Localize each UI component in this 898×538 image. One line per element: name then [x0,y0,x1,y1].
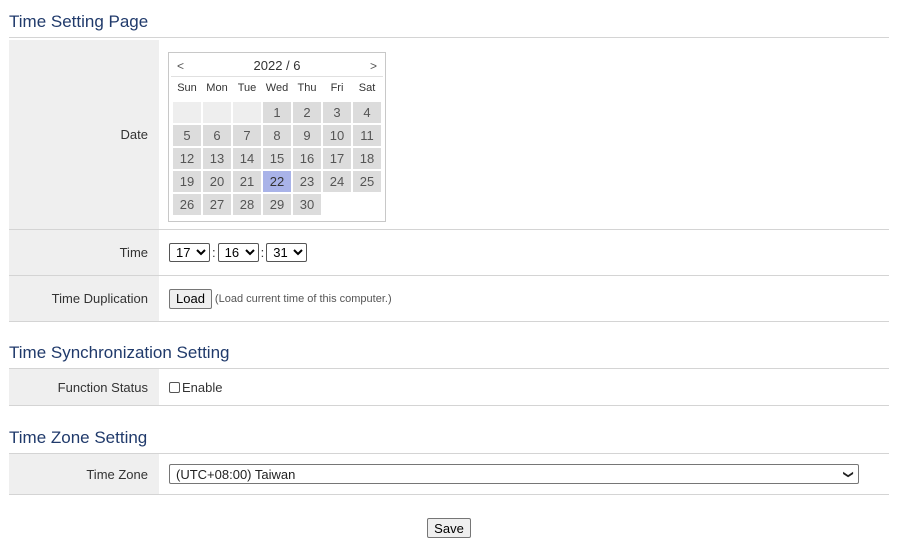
function-status-value-cell: Enable [159,369,889,405]
time-zone-value: (UTC+08:00) Taiwan [176,466,296,482]
calendar-empty-cell [233,102,261,123]
weekday-header: Wed [265,82,289,94]
date-label: Date [9,40,159,229]
function-status-label-text: Function Status [57,379,148,395]
calendar-month-label: 2022 / 6 [253,58,301,73]
section-title-time-sync: Time Synchronization Setting [9,343,889,369]
time-duplication-label-text: Time Duplication [51,291,148,306]
weekday-header: Tue [237,82,257,94]
date-calendar: < 2022 / 6 > Sun Mon Tue Wed Thu Fri Sat 1 2 3 4 5 6… [168,52,386,222]
calendar-day[interactable]: 2 [293,102,321,123]
save-button[interactable]: Save [427,518,471,538]
minute-select[interactable]: 16 [217,243,259,262]
calendar-day[interactable]: 30 [293,194,321,215]
calendar-day[interactable]: 10 [323,125,351,146]
calendar-prev-button[interactable]: < [177,59,184,73]
divider [9,494,889,495]
weekday-header: Fri [330,82,344,94]
calendar-day[interactable]: 16 [293,148,321,169]
time-separator: : [260,245,265,260]
section-title-time-setting: Time Setting Page [9,12,889,38]
function-status-label: Function Status [9,369,159,405]
calendar-day[interactable]: 20 [203,171,231,192]
calendar-day[interactable]: 29 [263,194,291,215]
load-button[interactable]: Load [169,288,212,309]
hour-select[interactable]: 17 [169,243,210,262]
calendar-next-button[interactable]: > [370,59,377,73]
weekday-header: Sun [177,82,197,94]
chevron-down-icon: ❯ [842,469,854,479]
calendar-day[interactable]: 23 [293,171,321,192]
calendar-day[interactable]: 4 [353,102,381,123]
time-duplication-label: Time Duplication [9,276,159,321]
time-value-cell: 17 : 16 : 31 [159,230,889,275]
time-duplication-value-cell: Load (Load current time of this computer… [159,276,889,321]
calendar-day[interactable]: 21 [233,171,261,192]
calendar-empty-cell [173,102,201,123]
calendar-day[interactable]: 11 [353,125,381,146]
calendar-day-selected[interactable]: 22 [263,171,291,192]
weekday-header: Sat [358,82,376,94]
calendar-day[interactable]: 9 [293,125,321,146]
enable-checkbox[interactable]: Enable [169,380,222,395]
time-zone-select[interactable]: (UTC+08:00) Taiwan ❯ [169,464,859,484]
calendar-day[interactable]: 5 [173,125,201,146]
calendar-day[interactable]: 26 [173,194,201,215]
calendar-day[interactable]: 6 [203,125,231,146]
checkbox-icon[interactable] [169,381,180,393]
enable-label: Enable [182,379,223,395]
calendar-day[interactable]: 28 [233,194,261,215]
calendar-day[interactable]: 13 [203,148,231,169]
calendar-header: < 2022 / 6 > [171,55,383,77]
calendar-empty-cell [203,102,231,123]
time-separator: : [212,245,216,260]
calendar-day[interactable]: 15 [263,148,291,169]
calendar-day[interactable]: 14 [233,148,261,169]
calendar-day[interactable]: 18 [353,148,381,169]
time-zone-label: Time Zone [9,454,159,494]
time-zone-label-text: Time Zone [86,466,148,482]
calendar-day[interactable]: 12 [173,148,201,169]
calendar-day[interactable]: 19 [173,171,201,192]
divider [9,321,889,322]
calendar-day[interactable]: 17 [323,148,351,169]
time-label: Time [9,230,159,275]
second-select[interactable]: 31 [266,243,308,262]
weekday-header: Thu [297,82,317,94]
calendar-day[interactable]: 8 [263,125,291,146]
calendar-day[interactable]: 7 [233,125,261,146]
section-title-time-zone: Time Zone Setting [9,428,889,454]
calendar-day[interactable]: 1 [263,102,291,123]
time-label-text: Time [119,245,148,260]
divider [9,405,889,406]
calendar-day[interactable]: 25 [353,171,381,192]
time-zone-value-cell: (UTC+08:00) Taiwan ❯ [159,454,889,494]
calendar-day[interactable]: 27 [203,194,231,215]
date-label-text: Date [120,127,148,142]
weekday-header: Mon [206,82,228,94]
calendar-day[interactable]: 3 [323,102,351,123]
load-hint: (Load current time of this computer.) [214,292,392,305]
calendar-day[interactable]: 24 [323,171,351,192]
save-area: Save [0,518,898,538]
calendar-grid: Sun Mon Tue Wed Thu Fri Sat 1 2 3 4 5 6 7 8 9 10 11 12 13 14… [171,79,383,215]
